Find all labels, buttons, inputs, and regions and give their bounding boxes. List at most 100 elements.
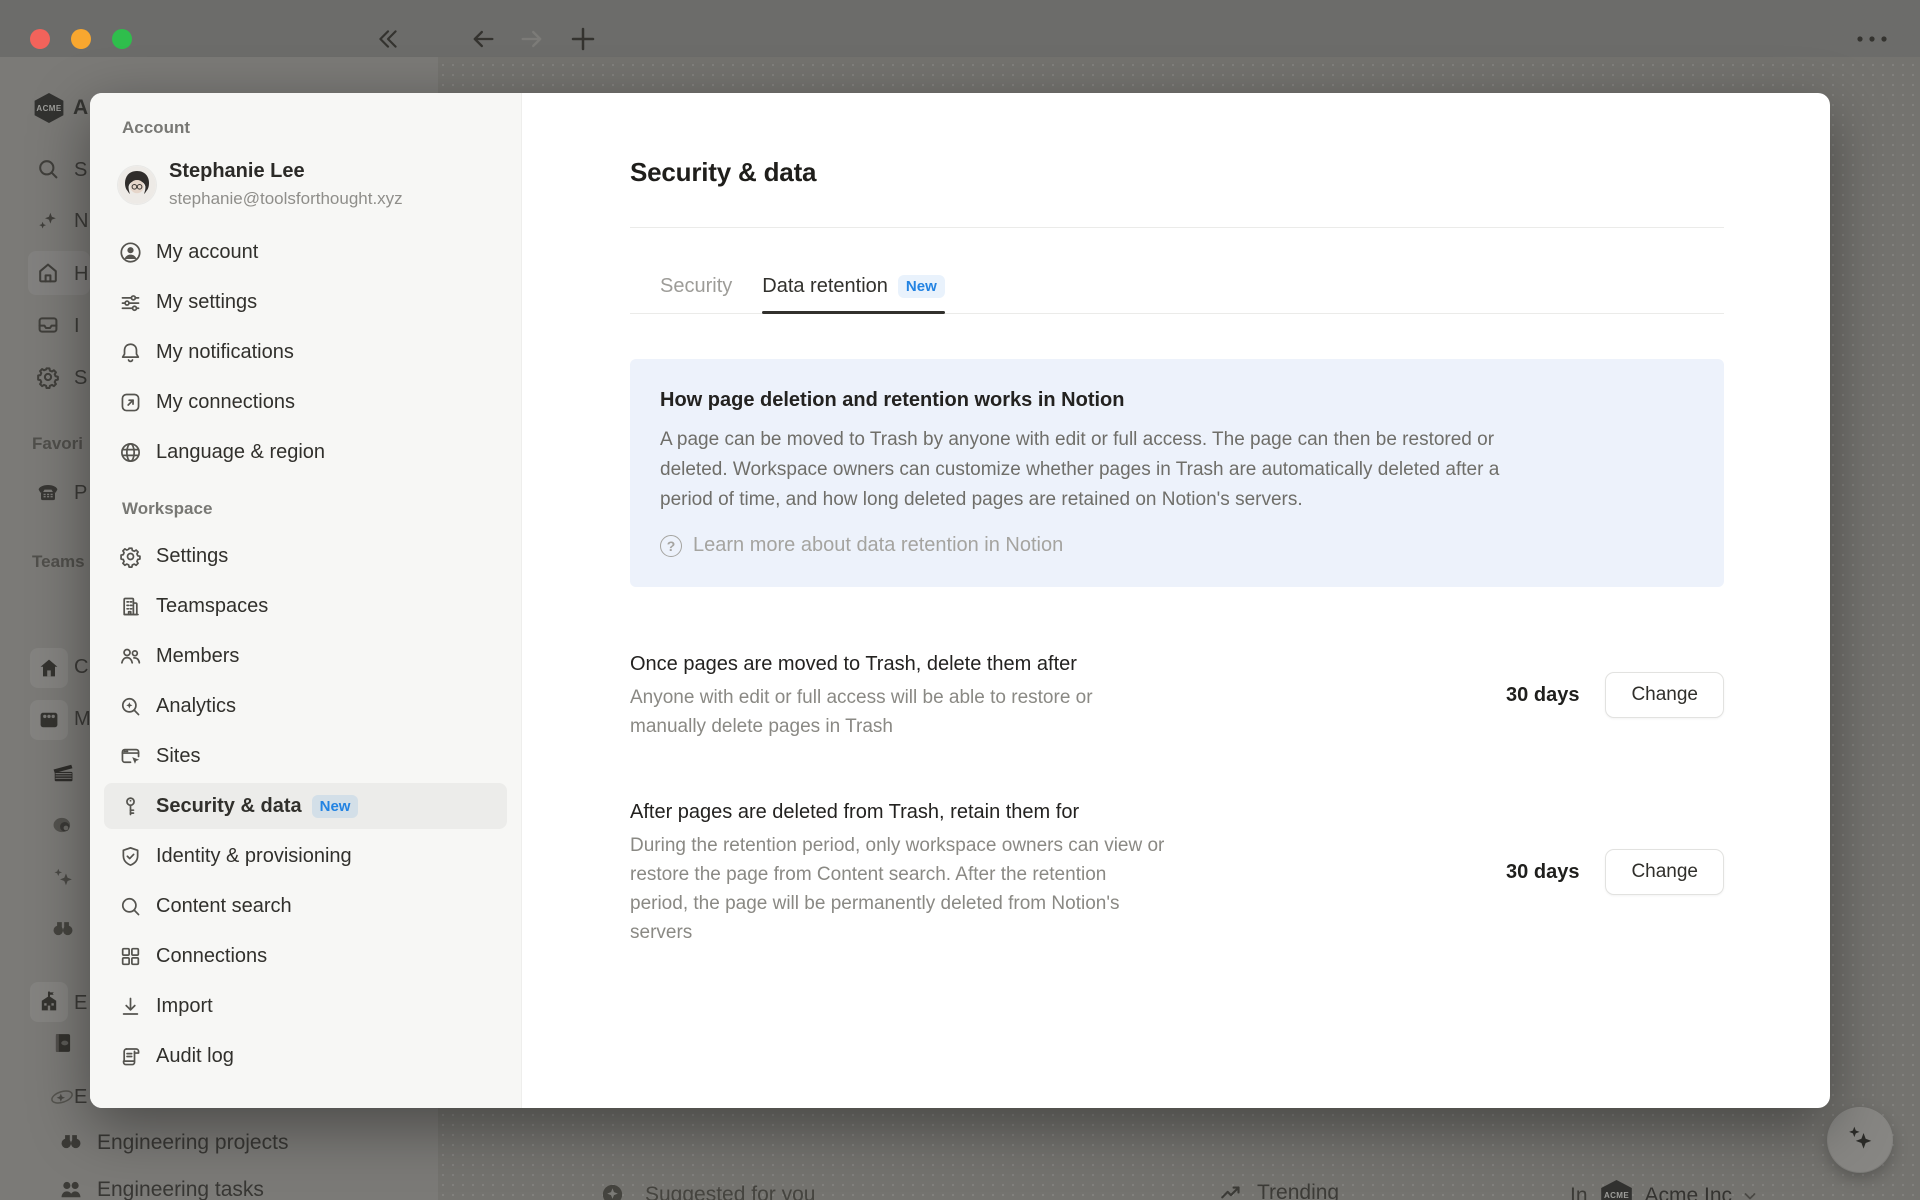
sidebar-item-label: Content search (156, 895, 292, 918)
page-label-engineering-projects: Engineering projects (97, 1131, 288, 1155)
binoculars-emoji-icon (50, 915, 76, 941)
sidebar-item-teamspaces[interactable]: Teamspaces (104, 583, 507, 629)
sidebar-item-label: Teamspaces (156, 595, 268, 618)
page-row-sparkles (50, 864, 76, 890)
app-window: ACME A S N H I S Favori P Teams C M (0, 0, 1920, 1200)
teamspaces-header-fragment: Teams (32, 552, 85, 572)
more-button (1852, 28, 1892, 50)
window-titlebar (0, 0, 1920, 57)
shell-emoji-icon (50, 812, 76, 838)
sidebar-item-label: My account (156, 241, 258, 264)
sparkles-icon (36, 208, 60, 232)
account-items: My account My settings My notifications … (90, 229, 521, 475)
sidebar-item-identity-provisioning[interactable]: Identity & provisioning (104, 833, 507, 879)
sidebar-item-my-notifications[interactable]: My notifications (104, 329, 507, 375)
page-row-shell (50, 812, 76, 838)
user-name: Stephanie Lee (169, 160, 403, 183)
page-row-binoculars (50, 915, 76, 941)
favorite-item-phone (34, 478, 62, 506)
notion-ai-button (1828, 1108, 1892, 1172)
speaker-emoji-icon (37, 708, 61, 732)
search-icon (36, 157, 60, 181)
learn-more-link[interactable]: ? Learn more about data retention in Not… (660, 534, 1692, 557)
settings-main-panel: Security & data Security Data retention … (522, 93, 1830, 1108)
avatar (118, 166, 156, 204)
sidebar-item-label: Analytics (156, 695, 236, 718)
sidebar-item-home (36, 261, 60, 285)
workspace-filter: In ACME Acme Inc (1570, 1180, 1758, 1200)
sidebar-item-analytics[interactable]: Analytics (104, 683, 507, 729)
sidebar-item-label: Audit log (156, 1045, 234, 1068)
bell-icon (118, 340, 142, 364)
sidebar-collapse-icon (374, 26, 402, 52)
sidebar-item-label: Language & region (156, 441, 325, 464)
sidebar-item-my-connections[interactable]: My connections (104, 379, 507, 425)
page-row-notebook (50, 1030, 76, 1056)
sidebar-item-audit-log[interactable]: Audit log (104, 1033, 507, 1079)
home-icon (36, 261, 60, 285)
school-emoji-icon (37, 990, 61, 1014)
sidebar-item-language-region[interactable]: Language & region (104, 429, 507, 475)
question-circle-icon: ? (660, 535, 682, 557)
teamspace-row-2 (37, 708, 61, 732)
workspace-logo-small: ACME (1600, 1180, 1634, 1200)
settings-dialog: Account Stephanie Lee stephanie@toolsfor… (90, 93, 1830, 1108)
sidebar-item-settings[interactable]: Settings (104, 533, 507, 579)
sidebar-item-my-account[interactable]: My account (104, 229, 507, 275)
sidebar-item-content-search[interactable]: Content search (104, 883, 507, 929)
members-icon (118, 644, 142, 668)
page-row-clapper (50, 760, 76, 786)
sidebar-item-import[interactable]: Import (104, 983, 507, 1029)
browser-cursor-icon (118, 744, 142, 768)
change-button[interactable]: Change (1605, 672, 1724, 718)
callout-body: A page can be moved to Trash by anyone w… (660, 425, 1692, 515)
sidebar-item-my-settings[interactable]: My settings (104, 279, 507, 325)
sidebar-item-ai (36, 208, 60, 232)
setting-value: 30 days (1506, 684, 1579, 707)
traffic-light-zoom[interactable] (112, 29, 132, 49)
trending-up-icon (1219, 1180, 1245, 1200)
sidebar-item-inbox (36, 313, 60, 337)
page-row-eng-tasks (58, 1176, 84, 1200)
tab-data-retention[interactable]: Data retention New (762, 275, 944, 313)
page-title: Security & data (630, 157, 1724, 188)
gear-icon (118, 544, 142, 568)
callout-heading: How page deletion and retention works in… (660, 389, 1692, 412)
workspace-name-fragment: A (73, 96, 88, 120)
page-row-comet (48, 1083, 76, 1111)
trending-section: Trending (1219, 1180, 1339, 1200)
grid-icon (118, 944, 142, 968)
learn-more-label: Learn more about data retention in Notio… (693, 534, 1063, 557)
tab-security[interactable]: Security (660, 275, 732, 313)
sidebar-item-sites[interactable]: Sites (104, 733, 507, 779)
comet-emoji-icon (48, 1083, 76, 1111)
arrow-up-right-box-icon (118, 390, 142, 414)
new-tab-button (568, 24, 598, 54)
sidebar-item-connections[interactable]: Connections (104, 933, 507, 979)
person-circle-icon (118, 240, 142, 264)
change-button[interactable]: Change (1605, 849, 1724, 895)
sidebar-item-label: My connections (156, 391, 295, 414)
title-divider (630, 227, 1724, 228)
sidebar-item-security-data[interactable]: Security & data New (104, 783, 507, 829)
sidebar-item-label: Settings (156, 545, 228, 568)
notebook-emoji-icon (50, 1030, 76, 1056)
binoculars-emoji-icon (58, 1128, 84, 1154)
traffic-light-minimize[interactable] (71, 29, 91, 49)
sidebar-item-label: Security & data (156, 795, 302, 818)
ai-sparkles-icon (1843, 1121, 1877, 1160)
setting-value: 30 days (1506, 861, 1579, 884)
setting-description: Anyone with edit or full access will be … (630, 683, 1330, 741)
sidebar-item-members[interactable]: Members (104, 633, 507, 679)
suggested-for-you-section: Suggested for you (600, 1182, 815, 1200)
gear-icon (36, 365, 60, 389)
sidebar-item-label: Identity & provisioning (156, 845, 352, 868)
inbox-icon (36, 313, 60, 337)
tab-label: Security (660, 275, 732, 298)
import-arrow-icon (118, 994, 142, 1018)
favorites-header-fragment: Favori (32, 434, 83, 454)
key-icon (118, 794, 142, 818)
account-user-row[interactable]: Stephanie Lee stephanie@toolsforthought.… (104, 154, 507, 215)
traffic-light-close[interactable] (30, 29, 50, 49)
settings-sidebar: Account Stephanie Lee stephanie@toolsfor… (90, 93, 522, 1108)
